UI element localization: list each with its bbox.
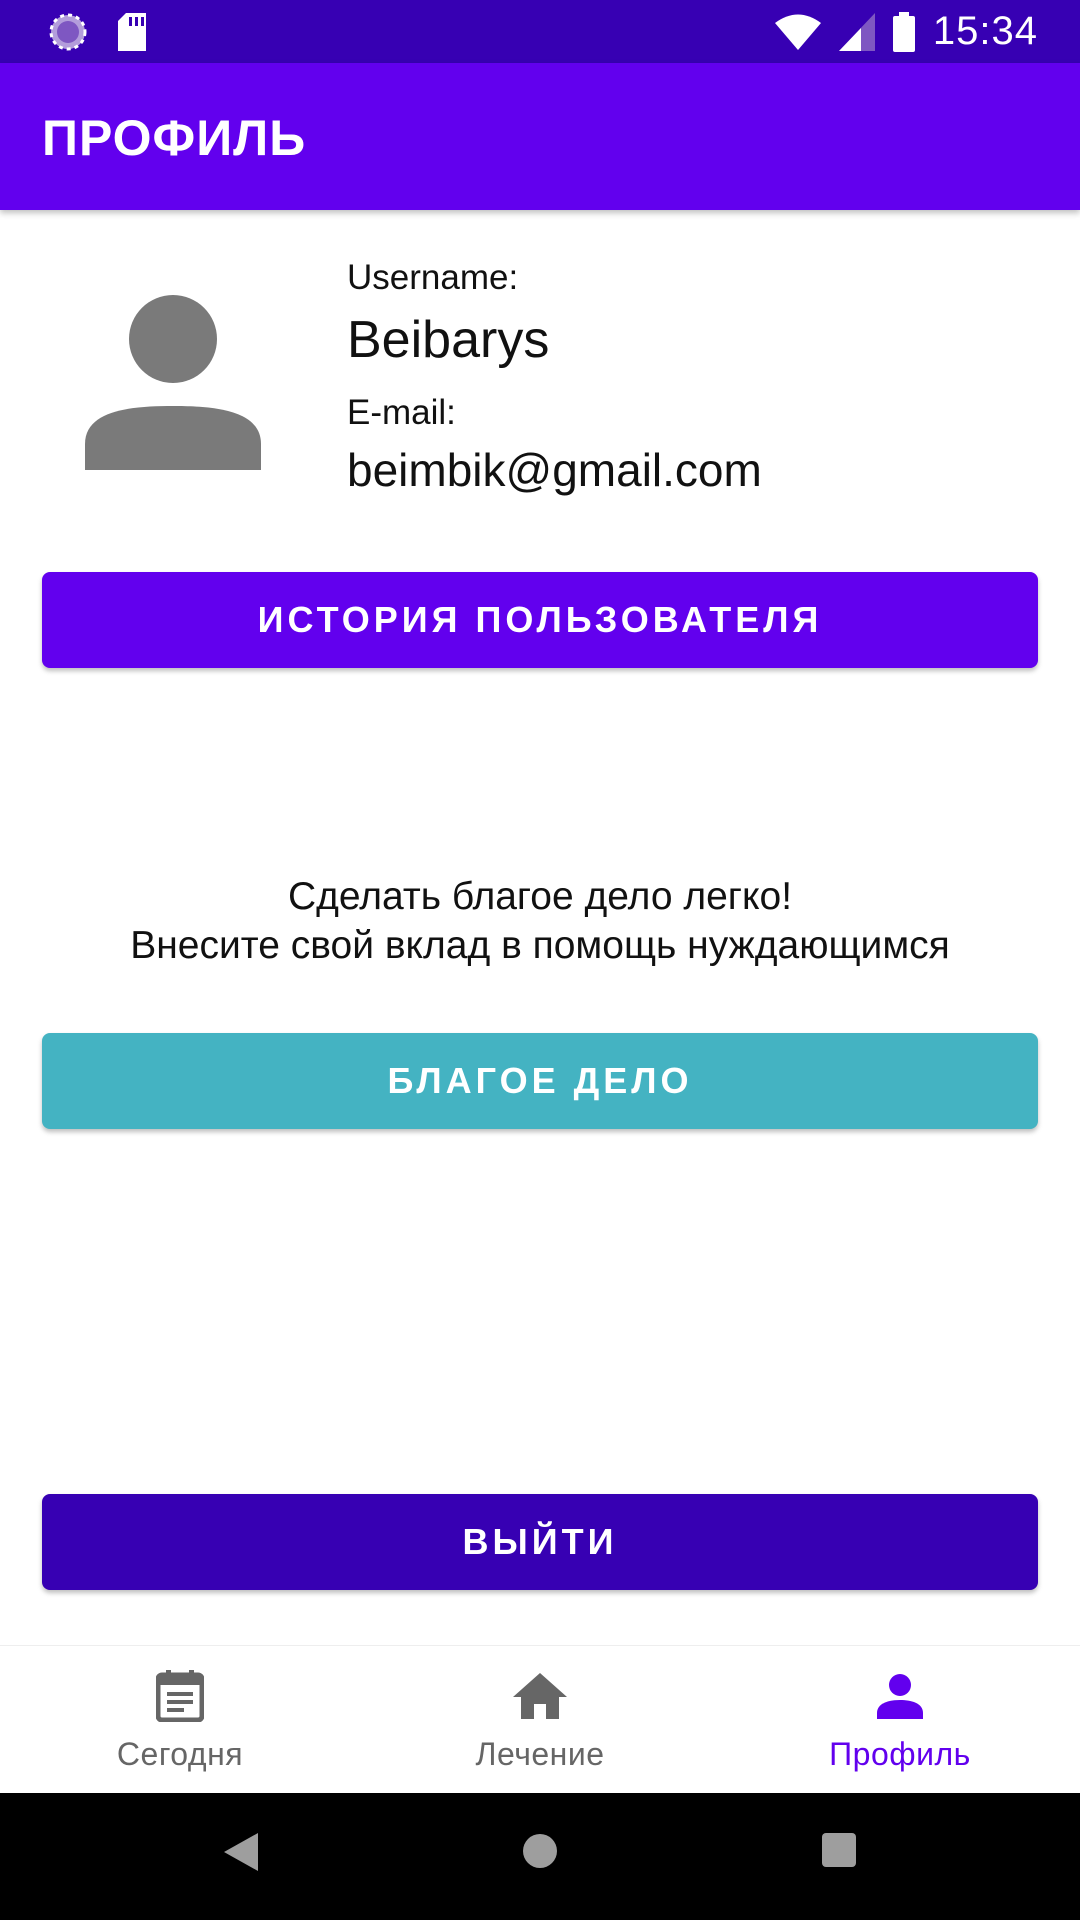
email-value: beimbik@gmail.com <box>347 444 762 496</box>
app-bar: ПРОФИЛЬ <box>0 63 1080 210</box>
signal-icon <box>838 12 875 51</box>
wifi-icon <box>774 14 821 50</box>
home-icon <box>513 1668 567 1724</box>
promo-line-2: Внесите свой вклад в помощь нуждающимся <box>130 924 950 967</box>
system-navigation-bar <box>0 1793 1080 1920</box>
status-bar: 15:34 <box>0 0 1080 63</box>
username-value: Beibarys <box>347 311 550 369</box>
sd-card-icon <box>116 13 148 51</box>
username-label: Username: <box>347 258 519 297</box>
page-title: ПРОФИЛЬ <box>42 110 307 166</box>
nav-label-profile: Профиль <box>829 1736 971 1772</box>
calendar-icon <box>156 1668 204 1724</box>
nav-label-treatment: Лечение <box>475 1736 605 1772</box>
promo-text: Сделать благое дело легко! Внесите свой … <box>0 872 1080 970</box>
nav-item-profile[interactable]: Профиль <box>720 1646 1080 1794</box>
promo-line-1: Сделать благое дело легко! <box>287 875 793 918</box>
recents-icon[interactable] <box>822 1833 856 1872</box>
avatar <box>85 294 261 470</box>
loading-icon <box>48 12 88 52</box>
person-icon <box>85 295 261 470</box>
nav-item-today[interactable]: Сегодня <box>0 1646 360 1794</box>
battery-icon <box>892 11 915 52</box>
email-label: E-mail: <box>347 393 456 432</box>
home-circle-icon[interactable] <box>522 1833 558 1874</box>
status-time: 15:34 <box>932 9 1038 53</box>
nav-item-treatment[interactable]: Лечение <box>360 1646 720 1794</box>
person-icon <box>877 1668 923 1724</box>
user-history-button[interactable]: ИСТОРИЯ ПОЛЬЗОВАТЕЛЯ <box>42 572 1038 668</box>
bottom-navigation: Сегодня Лечение Профиль <box>0 1645 1080 1793</box>
nav-label-today: Сегодня <box>116 1736 244 1772</box>
back-icon[interactable] <box>224 1833 258 1876</box>
good-deed-button[interactable]: БЛАГОЕ ДЕЛО <box>42 1033 1038 1129</box>
logout-button[interactable]: ВЫЙТИ <box>42 1494 1038 1590</box>
status-right-icons: 15:34 <box>774 0 1038 63</box>
status-left-icons <box>48 12 148 52</box>
